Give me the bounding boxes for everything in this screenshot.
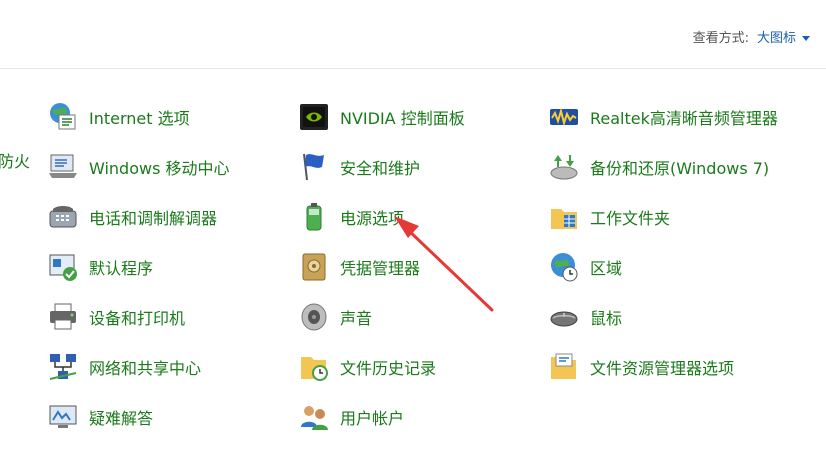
view-by-label: 查看方式: xyxy=(692,31,749,46)
folder-options-icon xyxy=(547,350,581,384)
item-region[interactable]: 区域 xyxy=(547,249,622,285)
speaker-icon xyxy=(297,300,331,334)
toolbar: 查看方式: 大图标 xyxy=(0,0,826,69)
item-label: 文件资源管理器选项 xyxy=(590,359,735,378)
work-folders-icon xyxy=(547,200,581,234)
item-default-programs[interactable]: 默认程序 xyxy=(46,249,153,285)
view-by-dropdown[interactable]: 大图标 xyxy=(757,31,796,46)
item-label: 文件历史记录 xyxy=(340,359,437,378)
item-troubleshooting[interactable]: 疑难解答 xyxy=(46,399,153,435)
default-programs-icon xyxy=(46,250,80,284)
item-backup-restore[interactable]: 备份和还原(Windows 7) xyxy=(547,149,769,185)
backup-icon xyxy=(547,150,581,184)
item-devices-printers[interactable]: 设备和打印机 xyxy=(46,299,185,335)
item-label: 凭据管理器 xyxy=(340,259,421,278)
item-label: 工作文件夹 xyxy=(590,209,671,228)
realtek-audio-icon xyxy=(547,100,581,134)
user-accounts-icon xyxy=(297,400,331,434)
item-realtek-audio-manager[interactable]: Realtek高清晰音频管理器 xyxy=(547,99,778,135)
item-network-sharing[interactable]: 网络和共享中心 xyxy=(46,349,201,385)
item-label: 默认程序 xyxy=(89,259,154,278)
item-label: 疑难解答 xyxy=(89,409,154,428)
battery-icon xyxy=(297,200,331,234)
item-nvidia-control-panel[interactable]: NVIDIA 控制面板 xyxy=(297,99,465,135)
item-label: 用户帐户 xyxy=(340,409,405,428)
chevron-down-icon[interactable] xyxy=(802,36,810,41)
firewall-item-clipped[interactable]: 防火 xyxy=(0,148,30,172)
file-history-icon xyxy=(297,350,331,384)
view-by-control: 查看方式: 大图标 xyxy=(693,27,810,46)
item-mouse[interactable]: 鼠标 xyxy=(547,299,622,335)
item-file-history[interactable]: 文件历史记录 xyxy=(297,349,436,385)
item-windows-mobility-center[interactable]: Windows 移动中心 xyxy=(46,149,230,185)
internet-options-icon xyxy=(46,100,80,134)
flag-icon xyxy=(297,150,331,184)
printer-icon xyxy=(46,300,80,334)
item-label: 鼠标 xyxy=(590,309,623,328)
item-label: Realtek高清晰音频管理器 xyxy=(590,109,778,128)
item-label: 备份和还原(Windows 7) xyxy=(590,159,770,178)
item-power-options[interactable]: 电源选项 xyxy=(297,199,404,235)
item-label: 网络和共享中心 xyxy=(89,359,202,378)
item-label: 安全和维护 xyxy=(340,159,421,178)
phone-modem-icon xyxy=(46,200,80,234)
item-internet-options[interactable]: Internet 选项 xyxy=(46,99,190,135)
item-label: 电话和调制解调器 xyxy=(89,209,218,228)
item-credential-manager[interactable]: 凭据管理器 xyxy=(297,249,420,285)
item-file-explorer-options[interactable]: 文件资源管理器选项 xyxy=(547,349,734,385)
item-work-folders[interactable]: 工作文件夹 xyxy=(547,199,670,235)
mobility-center-icon xyxy=(46,150,80,184)
item-sound[interactable]: 声音 xyxy=(297,299,372,335)
item-label: NVIDIA 控制面板 xyxy=(340,109,465,128)
item-label: Internet 选项 xyxy=(89,109,190,128)
credential-manager-icon xyxy=(297,250,331,284)
item-label: 电源选项 xyxy=(340,209,405,228)
globe-clock-icon xyxy=(547,250,581,284)
item-user-accounts[interactable]: 用户帐户 xyxy=(297,399,404,435)
item-phone-modem[interactable]: 电话和调制解调器 xyxy=(46,199,217,235)
item-label: 区域 xyxy=(590,259,623,278)
mouse-icon xyxy=(547,300,581,334)
item-label: Windows 移动中心 xyxy=(89,159,230,178)
nvidia-icon xyxy=(297,100,331,134)
network-icon xyxy=(46,350,80,384)
item-label: 声音 xyxy=(340,309,373,328)
item-label: 设备和打印机 xyxy=(89,309,186,328)
item-security-maintenance[interactable]: 安全和维护 xyxy=(297,149,420,185)
troubleshoot-icon xyxy=(46,400,80,434)
